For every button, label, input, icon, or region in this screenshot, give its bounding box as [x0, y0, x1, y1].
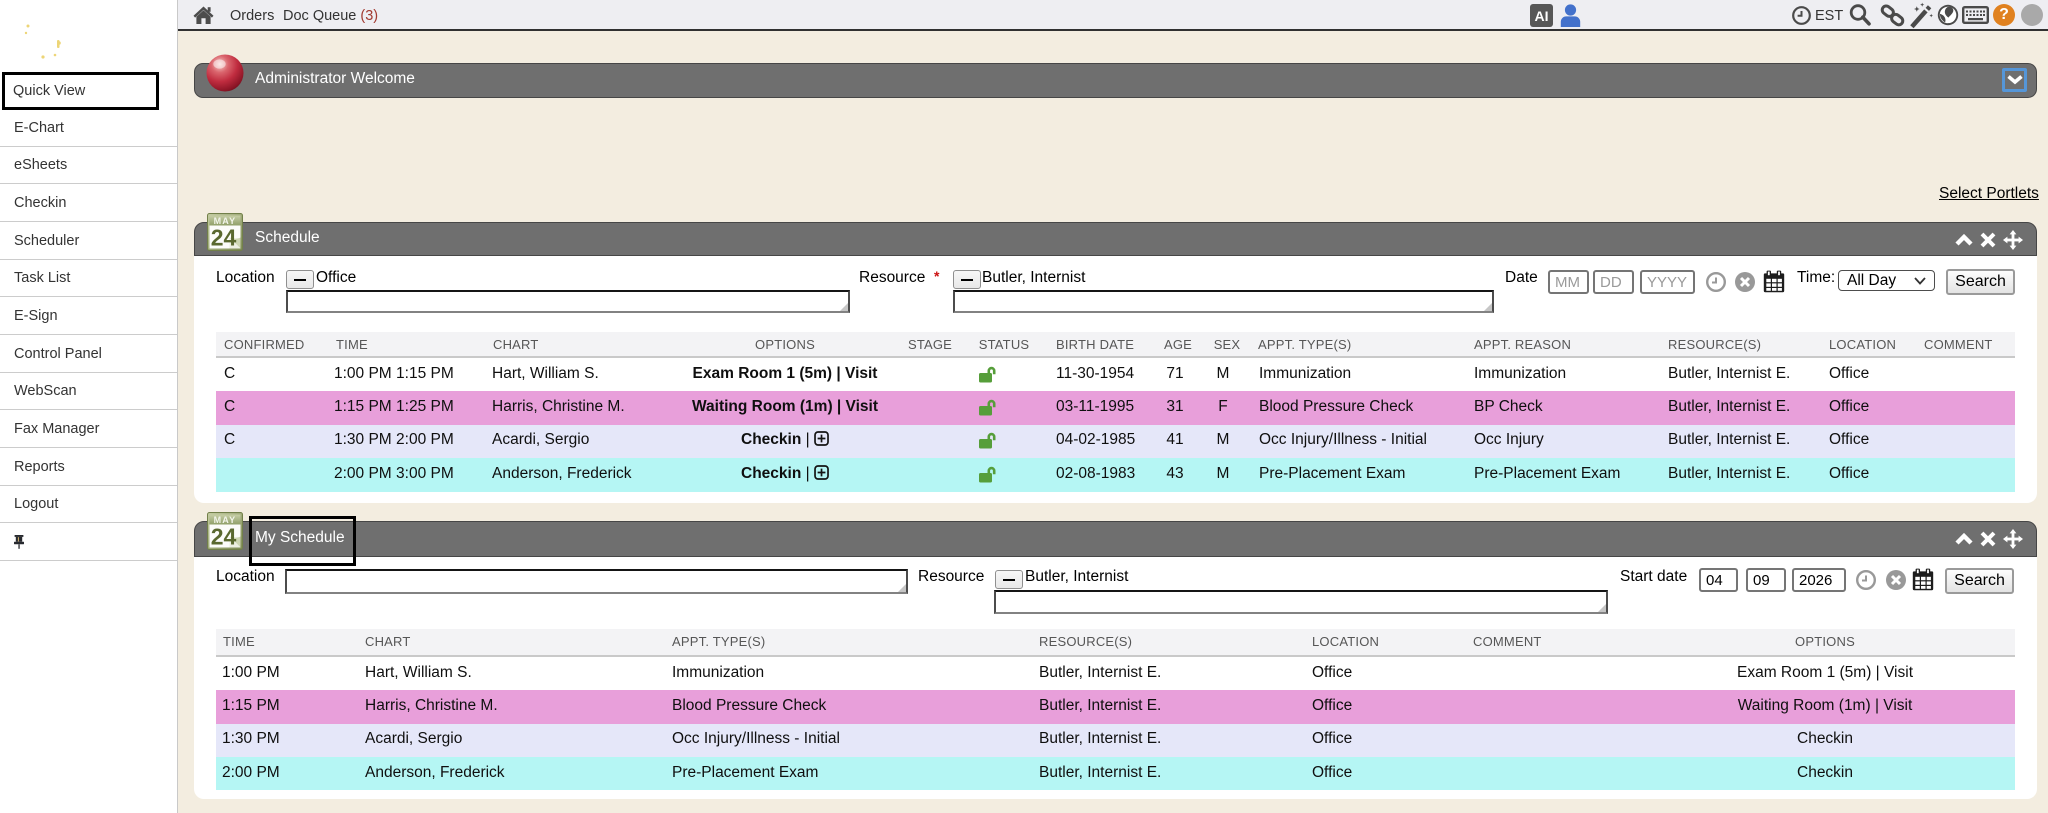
svg-text:24: 24 [211, 524, 237, 550]
svg-text:24: 24 [211, 225, 237, 251]
